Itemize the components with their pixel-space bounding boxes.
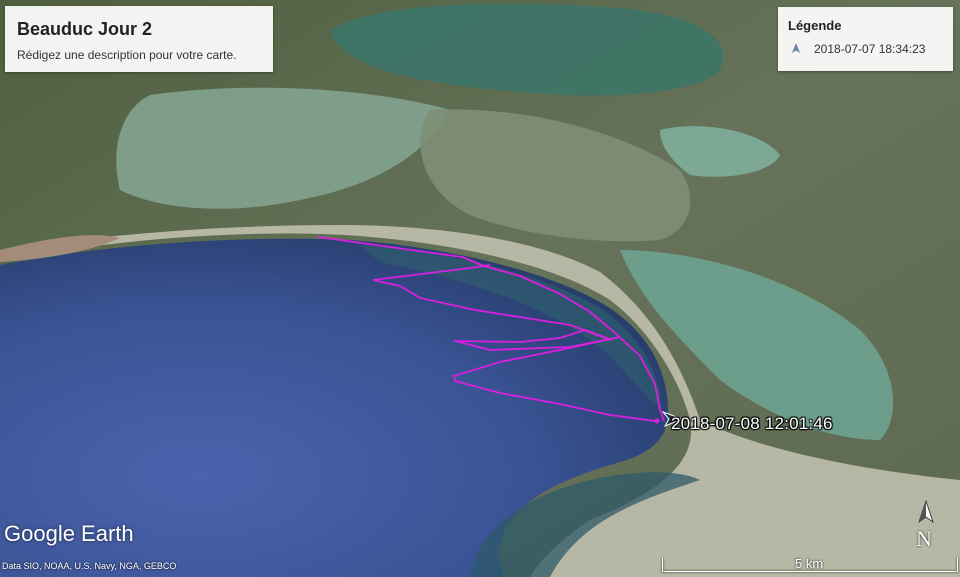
track-end-point <box>654 418 660 424</box>
scale-label: 5 km <box>795 556 824 571</box>
scale-tick-left <box>662 558 663 572</box>
legend-title: Légende <box>788 18 842 33</box>
google-earth-logo: Google Earth <box>4 521 134 546</box>
map-title: Beauduc Jour 2 <box>17 19 153 39</box>
compass-north-label: N <box>916 526 932 551</box>
scale-tick-right <box>957 558 958 572</box>
data-credits: Data SIO, NOAA, U.S. Navy, NGA, GEBCO <box>2 561 177 571</box>
scale-bar: 5 km <box>662 555 958 575</box>
scale-line <box>662 571 958 572</box>
north-arrow-icon <box>918 499 934 524</box>
compass[interactable]: N <box>914 499 938 552</box>
track-end-timestamp[interactable]: 2018-07-08 12:01:46 <box>671 414 833 434</box>
map-description[interactable]: Rédigez une description pour votre carte… <box>17 48 236 62</box>
navigation-arrow-icon <box>792 43 800 53</box>
legend-item-label[interactable]: 2018-07-07 18:34:23 <box>814 42 925 56</box>
title-panel[interactable]: Beauduc Jour 2 Rédigez une description p… <box>5 6 273 72</box>
legend-panel[interactable]: Légende 2018-07-07 18:34:23 <box>778 7 953 71</box>
satellite-map[interactable] <box>0 0 960 577</box>
